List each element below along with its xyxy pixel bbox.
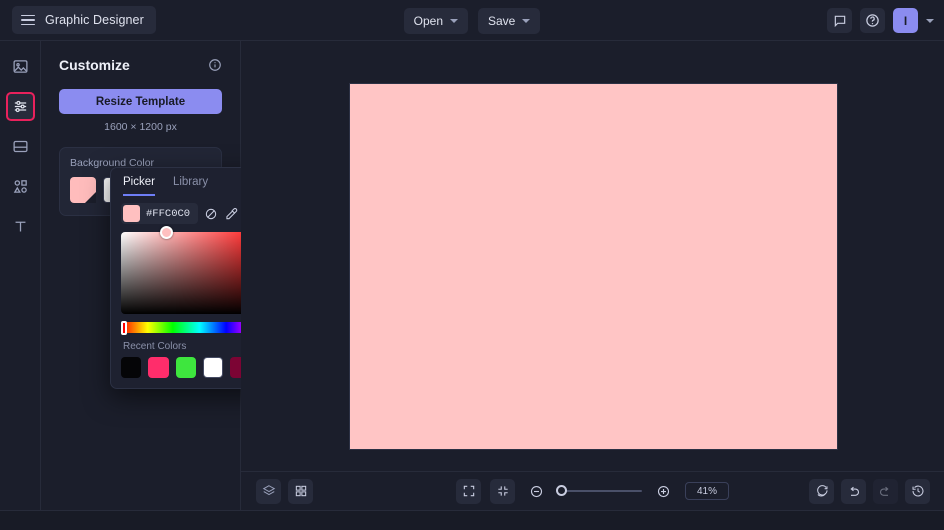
grid-icon bbox=[295, 485, 306, 497]
redo-icon bbox=[880, 486, 889, 496]
page-title: Customize bbox=[59, 57, 130, 73]
status-footer bbox=[0, 510, 944, 530]
top-bar-actions: I bbox=[827, 0, 934, 41]
open-menu-label: Open bbox=[413, 13, 443, 28]
zoom-level-input[interactable]: 41% bbox=[685, 482, 729, 500]
sidebar-item-shapes[interactable] bbox=[6, 172, 35, 201]
top-bar: Graphic Designer Open Save I bbox=[0, 0, 944, 41]
artboard[interactable] bbox=[350, 84, 837, 449]
hex-value: #FFC0C0 bbox=[146, 207, 191, 220]
resize-template-button[interactable]: Resize Template bbox=[59, 89, 222, 114]
hex-input[interactable]: #FFC0C0 bbox=[121, 203, 199, 224]
reset-button[interactable] bbox=[809, 478, 834, 504]
avatar-chevron-down-icon[interactable] bbox=[926, 18, 934, 23]
comment-icon bbox=[834, 15, 845, 27]
fit-screen-button[interactable] bbox=[456, 478, 481, 504]
fit-screen-icon bbox=[463, 485, 474, 497]
recent-color-swatch[interactable] bbox=[148, 357, 169, 378]
current-color-swatch bbox=[123, 205, 140, 222]
image-icon bbox=[12, 60, 28, 73]
fit-content-button[interactable] bbox=[490, 478, 515, 504]
chevron-down-icon bbox=[522, 18, 531, 23]
open-menu-button[interactable]: Open bbox=[403, 7, 468, 34]
hamburger-icon bbox=[21, 14, 35, 26]
zoom-in-icon bbox=[657, 485, 670, 497]
app-title: Graphic Designer bbox=[45, 13, 144, 27]
recent-color-swatch[interactable] bbox=[121, 357, 142, 378]
save-menu-button[interactable]: Save bbox=[478, 7, 541, 34]
help-button[interactable] bbox=[860, 8, 885, 33]
zoom-out-icon bbox=[530, 485, 543, 497]
background-swatch[interactable] bbox=[70, 177, 96, 203]
layout-icon bbox=[12, 140, 28, 153]
app-menu-button[interactable]: Graphic Designer bbox=[12, 6, 156, 34]
avatar-initial: I bbox=[903, 13, 908, 28]
history-button[interactable] bbox=[905, 478, 930, 504]
save-menu-label: Save bbox=[488, 13, 516, 28]
no-color-icon bbox=[205, 208, 217, 219]
history-controls bbox=[809, 478, 930, 504]
info-icon[interactable] bbox=[208, 58, 222, 72]
eyedropper-button[interactable] bbox=[224, 205, 238, 222]
fit-content-icon bbox=[497, 486, 508, 496]
eyedropper-icon bbox=[226, 207, 238, 219]
recent-color-swatch[interactable] bbox=[175, 357, 196, 378]
grid-button[interactable] bbox=[288, 478, 313, 504]
zoom-slider[interactable] bbox=[556, 485, 642, 496]
zoom-out-button[interactable] bbox=[524, 479, 549, 504]
comment-button[interactable] bbox=[827, 8, 852, 33]
redo-button[interactable] bbox=[873, 478, 898, 504]
recent-color-swatch[interactable] bbox=[202, 357, 224, 378]
tool-rail bbox=[0, 41, 41, 530]
zoom-in-button[interactable] bbox=[651, 479, 676, 504]
history-icon bbox=[912, 485, 923, 497]
sidebar-item-customize[interactable] bbox=[5, 92, 35, 121]
shapes-icon bbox=[13, 180, 27, 193]
template-dimensions: 1600 × 1200 px bbox=[104, 121, 177, 133]
layers-button[interactable] bbox=[256, 478, 281, 504]
tab-picker[interactable]: Picker bbox=[123, 176, 155, 196]
reset-icon bbox=[816, 485, 828, 497]
undo-button[interactable] bbox=[841, 478, 866, 504]
canvas-stage[interactable] bbox=[241, 41, 944, 471]
sidebar-item-layout[interactable] bbox=[6, 132, 35, 161]
bottom-left-tools bbox=[256, 478, 313, 504]
saturation-value-handle[interactable] bbox=[160, 226, 173, 239]
chevron-down-icon bbox=[450, 18, 458, 23]
bottom-toolbar: 41% bbox=[241, 471, 944, 510]
text-icon bbox=[15, 221, 25, 232]
avatar[interactable]: I bbox=[893, 8, 918, 33]
undo-icon bbox=[850, 486, 859, 496]
layers-icon bbox=[262, 485, 275, 496]
panel-header: Customize bbox=[41, 41, 240, 73]
zoom-slider-handle[interactable] bbox=[556, 485, 567, 496]
sliders-icon bbox=[14, 100, 26, 113]
resize-template-label: Resize Template bbox=[95, 95, 186, 108]
tab-library[interactable]: Library bbox=[173, 176, 208, 196]
hue-slider-handle[interactable] bbox=[121, 320, 127, 335]
sidebar-item-images[interactable] bbox=[6, 52, 35, 81]
graphic-designer-app: Graphic Designer Open Save I Customize R… bbox=[0, 0, 944, 530]
sidebar-item-text[interactable] bbox=[6, 212, 35, 241]
no-color-button[interactable] bbox=[204, 205, 218, 222]
help-icon bbox=[866, 14, 879, 27]
